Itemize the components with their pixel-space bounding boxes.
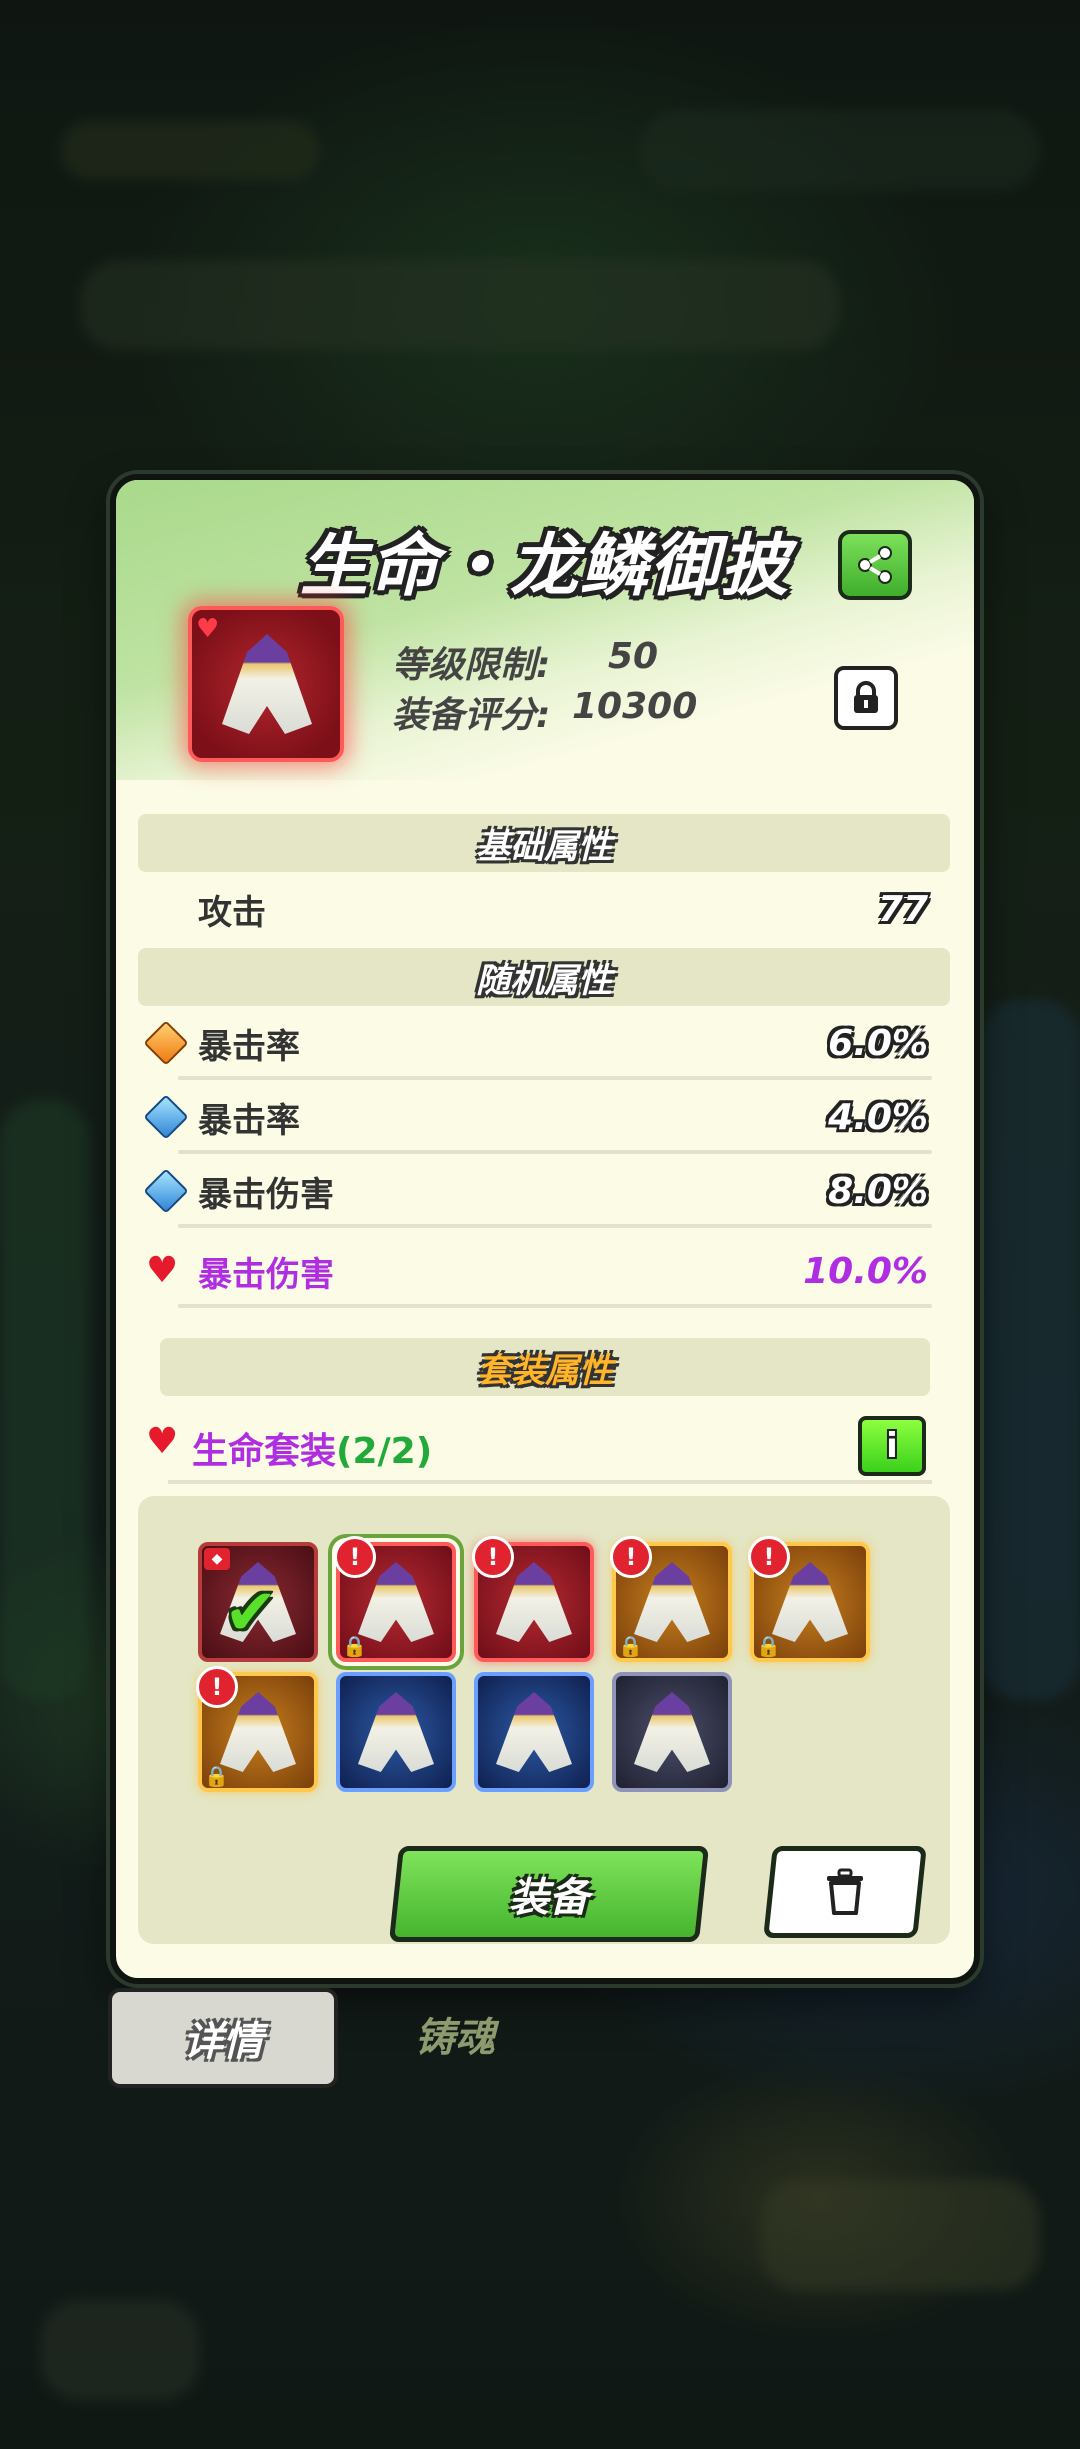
- equipped-check-icon: ✔: [224, 1576, 278, 1650]
- orange-gem-icon: [143, 1020, 189, 1066]
- stat-row: 暴击率 4.0%: [138, 1080, 950, 1154]
- score-label: 装备评分:: [392, 695, 551, 736]
- equipment-detail-dialog: 生命・龙鳞御披 ♥ 等级限制: 50 装备评分: 10300 基础属性 攻击 7: [110, 474, 980, 1984]
- stat-row: ♥ 暴击伤害 10.0%: [138, 1234, 950, 1308]
- heart-icon: ♥: [146, 1250, 179, 1291]
- equip-button[interactable]: 装备: [388, 1846, 710, 1942]
- robe-icon: [220, 1692, 296, 1772]
- inventory-slot[interactable]: !: [472, 1536, 594, 1662]
- divider: [178, 1224, 932, 1228]
- tab-details-label: 详情: [183, 2019, 263, 2065]
- stat-value: 77: [877, 888, 928, 930]
- robe-icon: [772, 1562, 848, 1642]
- share-button[interactable]: [838, 530, 912, 600]
- stat-value: 4.0%: [828, 1096, 928, 1138]
- stat-row: 攻击 77: [138, 872, 950, 946]
- alert-icon: !: [472, 1536, 514, 1578]
- stat-name: 暴击伤害: [198, 1254, 334, 1295]
- inventory-slot[interactable]: ! 🔒: [748, 1536, 870, 1662]
- heart-icon: ♥: [146, 1421, 179, 1462]
- set-bonus-row: ♥ 生命套装(2/2) i: [138, 1410, 950, 1484]
- base-attributes-title: 基础属性: [476, 826, 612, 867]
- blue-gem-icon: [143, 1168, 189, 1214]
- blue-gem-icon: [143, 1094, 189, 1140]
- stat-value: 10.0%: [803, 1250, 928, 1292]
- padlock-icon: 🔒: [756, 1634, 781, 1658]
- level-value: 50: [608, 636, 659, 677]
- stat-value: 8.0%: [828, 1170, 928, 1212]
- robe-icon: [634, 1562, 710, 1642]
- alert-icon: !: [334, 1536, 376, 1578]
- inventory-slot[interactable]: [474, 1672, 594, 1792]
- padlock-icon: 🔒: [342, 1634, 367, 1658]
- divider: [168, 1480, 932, 1484]
- equipment-score: 装备评分: 10300: [392, 686, 697, 738]
- stat-name: 暴击伤害: [198, 1174, 334, 1215]
- robe-icon: [496, 1692, 572, 1772]
- set-name: 生命套装(2/2): [192, 1422, 432, 1474]
- random-attributes-title: 随机属性: [476, 960, 612, 1001]
- level-label: 等级限制:: [392, 645, 551, 686]
- padlock-icon: 🔒: [618, 1634, 643, 1658]
- inventory-slot[interactable]: [336, 1672, 456, 1792]
- level-requirement: 等级限制: 50: [392, 636, 658, 688]
- inventory-slot[interactable]: ! 🔒: [610, 1536, 732, 1662]
- set-info-button[interactable]: i: [858, 1416, 926, 1476]
- stat-name: 暴击率: [198, 1026, 300, 1067]
- lock-icon: [854, 681, 878, 713]
- score-value: 10300: [572, 686, 698, 727]
- tab-forge[interactable]: 铸魂: [370, 1988, 540, 2080]
- set-count: (2/2): [336, 1431, 433, 1472]
- item-portrait: ♥: [188, 606, 344, 762]
- discard-button[interactable]: [763, 1846, 927, 1938]
- inventory-slot[interactable]: ! 🔒: [334, 1536, 456, 1662]
- set-name-text: 生命套装: [192, 1431, 337, 1472]
- gem-badge-icon: ◆: [204, 1548, 230, 1570]
- robe-icon: [358, 1692, 434, 1772]
- info-icon: i: [886, 1426, 898, 1466]
- divider: [178, 1304, 932, 1308]
- stat-row: 暴击伤害 8.0%: [138, 1154, 950, 1228]
- robe-icon: [358, 1562, 434, 1642]
- lock-button[interactable]: [834, 666, 898, 730]
- stat-row: 暴击率 6.0%: [138, 1006, 950, 1080]
- trash-icon: [827, 1868, 863, 1915]
- stat-name: 攻击: [198, 892, 266, 933]
- robe-icon: [496, 1562, 572, 1642]
- set-attributes-header: 套装属性: [160, 1338, 930, 1396]
- stat-name: 暴击率: [198, 1100, 300, 1141]
- set-attributes-title: 套装属性: [477, 1350, 613, 1391]
- heart-icon: ♥: [196, 614, 220, 644]
- share-icon: [858, 546, 892, 584]
- base-attributes-header: 基础属性: [138, 814, 950, 872]
- tab-forge-label: 铸魂: [415, 2015, 495, 2061]
- equip-button-label: 装备: [509, 1875, 589, 1921]
- inventory-slot[interactable]: ! 🔒: [196, 1666, 318, 1792]
- robe-icon: [222, 634, 312, 734]
- alert-icon: !: [610, 1536, 652, 1578]
- robe-icon: [634, 1692, 710, 1772]
- alert-icon: !: [748, 1536, 790, 1578]
- stat-value: 6.0%: [828, 1022, 928, 1064]
- inventory-slot[interactable]: [612, 1672, 732, 1792]
- random-attributes-header: 随机属性: [138, 948, 950, 1006]
- inventory-slot[interactable]: ◆ ✔: [198, 1542, 318, 1662]
- alert-icon: !: [196, 1666, 238, 1708]
- padlock-icon: 🔒: [204, 1764, 229, 1788]
- tab-details[interactable]: 详情: [108, 1988, 338, 2088]
